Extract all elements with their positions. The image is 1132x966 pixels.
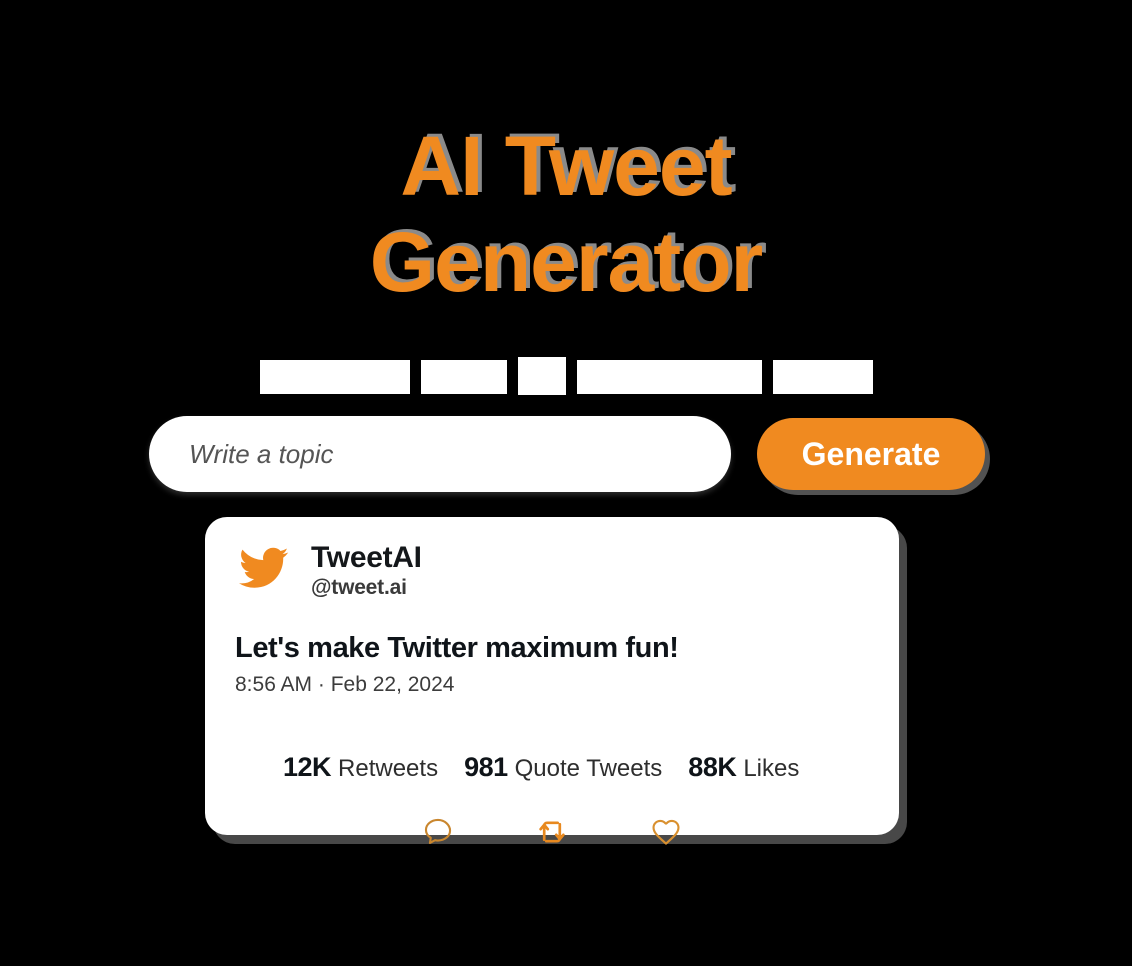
page-title-line-2: Generator [369, 215, 763, 309]
tweet-body-text: Let's make Twitter maximum fun! [235, 632, 679, 664]
subtitle-block [420, 360, 507, 394]
comment-icon[interactable] [421, 815, 455, 849]
page-title-line-1: AI Tweet [400, 119, 732, 213]
subtitle-block [259, 360, 410, 394]
stat-label: Retweets [338, 755, 439, 782]
page-title: AI Tweet Generator [0, 118, 1132, 310]
subtitle-block [772, 360, 873, 394]
page-subtitle-obscured [0, 357, 1132, 395]
tweet-actions [235, 815, 869, 849]
subtitle-block [517, 357, 566, 395]
retweet-icon[interactable] [535, 815, 569, 849]
tweet-header: TweetAI @tweet.ai [235, 541, 869, 603]
tweet-handle: @tweet.ai [311, 576, 407, 599]
topic-search-row: Generate [149, 415, 985, 493]
tweet-preview-card: TweetAI @tweet.ai Let's make Twitter max… [205, 517, 899, 845]
stat-quote-tweets: 981 Quote Tweets [464, 752, 662, 783]
heart-icon[interactable] [649, 815, 683, 849]
generate-button[interactable]: Generate [757, 418, 985, 490]
twitter-bird-icon [235, 543, 293, 593]
stat-likes: 88K Likes [688, 752, 799, 783]
topic-input[interactable] [149, 416, 731, 492]
stat-value: 12K [283, 752, 332, 782]
tweet-author: TweetAI @tweet.ai [311, 541, 422, 600]
app-root: AI Tweet Generator Generate TweetAI @twe… [0, 0, 1132, 966]
stat-value: 88K [688, 752, 737, 782]
tweet-display-name: TweetAI [311, 541, 422, 574]
stat-retweets: 12K Retweets [283, 752, 438, 783]
tweet-timestamp: 8:56 AM · Feb 22, 2024 [235, 673, 455, 696]
stat-value: 981 [464, 752, 508, 782]
subtitle-block [576, 360, 762, 394]
stat-label: Likes [743, 755, 800, 782]
tweet-stats: 12K Retweets 981 Quote Tweets 88K Likes [235, 752, 869, 783]
stat-label: Quote Tweets [514, 755, 663, 782]
